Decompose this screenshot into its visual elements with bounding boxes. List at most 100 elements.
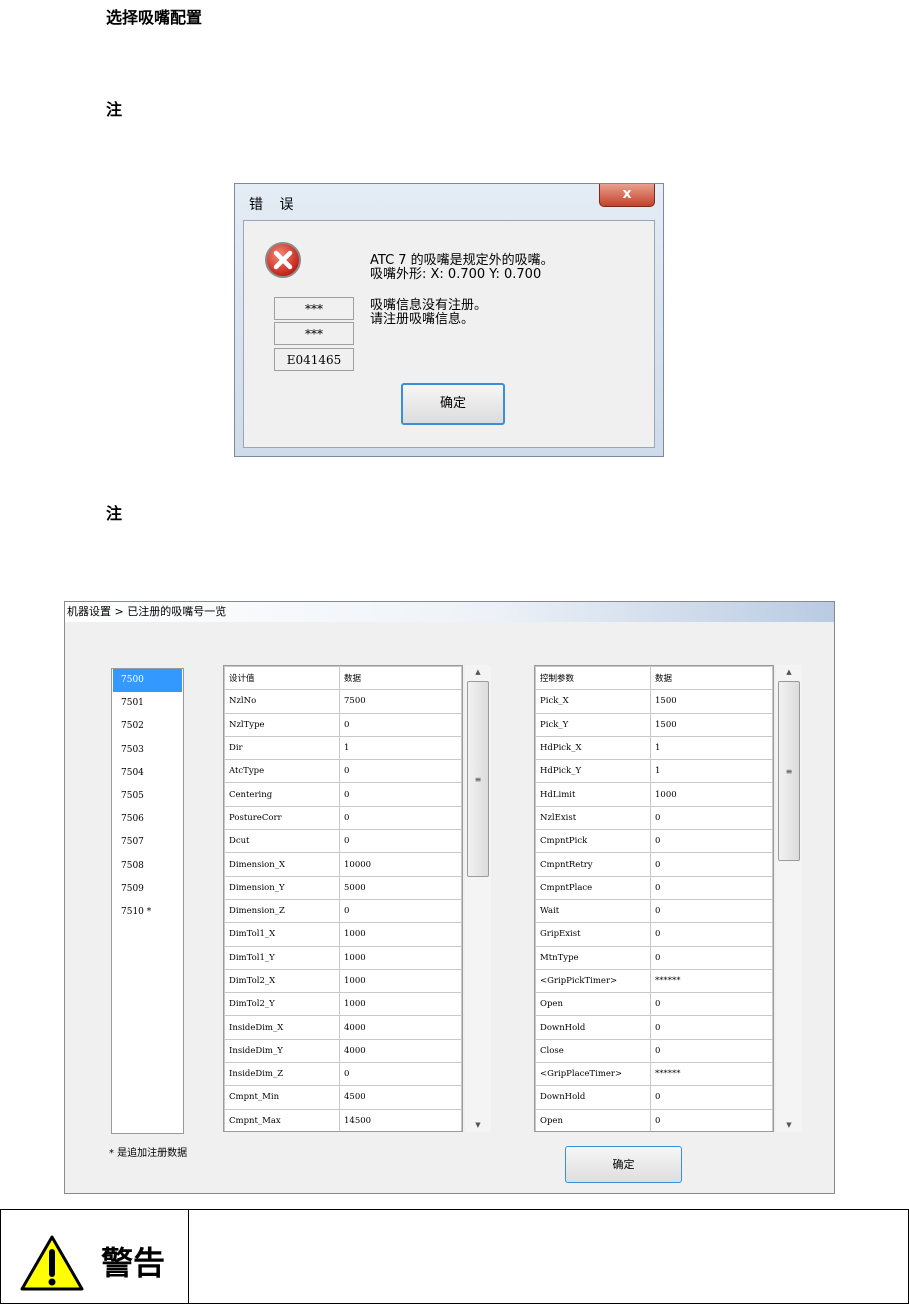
parameter-value-cell[interactable]: 0 (650, 829, 773, 854)
parameter-value-cell[interactable]: 0 (650, 1015, 773, 1040)
table-row[interactable]: AtcType 0 (224, 759, 462, 784)
table-row[interactable]: CmpntPick 0 (535, 829, 773, 854)
parameter-value-cell[interactable]: 0 (650, 805, 773, 831)
parameter-value-cell[interactable]: 0 (650, 992, 773, 1017)
scroll-thumb[interactable]: ≡ (467, 681, 489, 877)
table-row[interactable]: Open 0 (535, 1108, 773, 1131)
parameter-value-cell[interactable]: 0 (339, 712, 462, 737)
table-row[interactable]: Wait 0 (535, 898, 773, 924)
table-row[interactable]: MtnType 0 (535, 945, 773, 970)
design-table-scrollbar[interactable]: ▲ ≡ ▼ (465, 665, 491, 1132)
parameter-value-cell[interactable]: 1000 (339, 922, 462, 947)
nozzle-list-item[interactable]: 7506 (113, 808, 182, 831)
parameter-value-cell[interactable]: 1 (650, 735, 773, 761)
table-row[interactable]: HdLimit 1000 (535, 782, 773, 807)
nozzle-number-list[interactable]: 7500 7501 7502 7503 7504 7505 7506 7507 7508 7509… (111, 668, 184, 1134)
parameter-value-cell[interactable]: 0 (650, 852, 773, 877)
parameter-value-cell[interactable]: ****** (650, 968, 773, 994)
dialog-ok-button[interactable]: 确定 (401, 383, 505, 425)
parameter-value-cell[interactable]: 0 (650, 945, 773, 970)
design-value-table[interactable]: 设计值 数据 NzlNo 7500 NzlType 0 Dir 1 AtcType 0 Center… (223, 665, 463, 1132)
parameter-value-cell[interactable]: 1 (339, 735, 462, 761)
table-row[interactable]: <GripPlaceTimer> ****** (535, 1062, 773, 1087)
table-row[interactable]: CmpntRetry 0 (535, 852, 773, 877)
parameter-value-cell[interactable]: 1000 (650, 782, 773, 807)
table-row[interactable]: Dimension_X 10000 (224, 852, 462, 877)
table-row[interactable]: DimTol1_X 1000 (224, 922, 462, 947)
table-row[interactable]: Centering 0 (224, 782, 462, 807)
parameter-value-cell[interactable]: 5000 (339, 875, 462, 900)
table-row[interactable]: Dir 1 (224, 735, 462, 761)
nozzle-list-item[interactable]: 7508 (113, 855, 182, 878)
parameter-value-cell[interactable]: 1 (650, 759, 773, 784)
nozzle-list-item[interactable]: 7505 (113, 785, 182, 808)
parameter-value-cell[interactable]: 4500 (339, 1085, 462, 1110)
table-row[interactable]: InsideDim_Y 4000 (224, 1038, 462, 1064)
parameter-value-cell[interactable]: 1000 (339, 968, 462, 994)
table-row[interactable]: Pick_X 1500 (535, 689, 773, 714)
nozzle-list-item[interactable]: 7502 (113, 715, 182, 738)
parameter-value-cell[interactable]: ****** (650, 1062, 773, 1087)
parameter-value-cell[interactable]: 0 (339, 1062, 462, 1087)
table-row[interactable]: Cmpnt_Max 14500 (224, 1108, 462, 1131)
parameter-value-cell[interactable]: 7500 (339, 689, 462, 714)
parameter-value-cell[interactable]: 1500 (650, 712, 773, 737)
parameter-value-cell[interactable]: 0 (650, 922, 773, 947)
table-row[interactable]: Dimension_Y 5000 (224, 875, 462, 900)
parameter-value-cell[interactable]: 0 (339, 805, 462, 831)
scroll-thumb[interactable]: ≡ (778, 681, 800, 861)
control-table-scrollbar[interactable]: ▲ ≡ ▼ (776, 665, 802, 1132)
scroll-down-arrow-icon[interactable]: ▼ (465, 1118, 491, 1132)
nozzle-list-item[interactable]: 7500 (113, 669, 182, 693)
parameter-value-cell[interactable]: 1000 (339, 992, 462, 1017)
table-row[interactable]: DownHold 0 (535, 1015, 773, 1040)
table-row[interactable]: Cmpnt_Min 4500 (224, 1085, 462, 1110)
table-row[interactable]: InsideDim_X 4000 (224, 1015, 462, 1040)
parameter-value-cell[interactable]: 0 (650, 1038, 773, 1064)
table-row[interactable]: DownHold 0 (535, 1085, 773, 1110)
parameter-value-cell[interactable]: 0 (650, 1085, 773, 1110)
parameter-value-cell[interactable]: 0 (650, 1108, 773, 1131)
parameter-value-cell[interactable]: 1500 (650, 689, 773, 714)
nozzle-list-item[interactable]: 7507 (113, 831, 182, 854)
table-row[interactable]: GripExist 0 (535, 922, 773, 947)
parameter-value-cell[interactable]: 1000 (339, 945, 462, 970)
table-row[interactable]: Close 0 (535, 1038, 773, 1064)
table-row[interactable]: NzlType 0 (224, 712, 462, 737)
nozzle-list-item[interactable]: 7501 (113, 692, 182, 715)
table-row[interactable]: Pick_Y 1500 (535, 712, 773, 737)
nozzle-list-item[interactable]: 7510 * (113, 901, 182, 924)
table-row[interactable]: Dcut 0 (224, 829, 462, 854)
parameter-value-cell[interactable]: 4000 (339, 1038, 462, 1064)
nozzle-list-item[interactable]: 7509 (113, 878, 182, 901)
table-row[interactable]: <GripPickTimer> ****** (535, 968, 773, 994)
scroll-up-arrow-icon[interactable]: ▲ (465, 665, 491, 679)
table-row[interactable]: InsideDim_Z 0 (224, 1062, 462, 1087)
window-ok-button[interactable]: 确定 (565, 1146, 682, 1183)
table-row[interactable]: DimTol2_Y 1000 (224, 992, 462, 1017)
table-row[interactable]: PostureCorr 0 (224, 805, 462, 831)
nozzle-list-item[interactable]: 7504 (113, 762, 182, 785)
parameter-value-cell[interactable]: 0 (339, 898, 462, 924)
table-row[interactable]: HdPick_X 1 (535, 735, 773, 761)
table-row[interactable]: HdPick_Y 1 (535, 759, 773, 784)
parameter-value-cell[interactable]: 14500 (339, 1108, 462, 1131)
scroll-down-arrow-icon[interactable]: ▼ (776, 1118, 802, 1132)
parameter-value-cell[interactable]: 0 (339, 829, 462, 854)
table-row[interactable]: DimTol1_Y 1000 (224, 945, 462, 970)
nozzle-list-item[interactable]: 7503 (113, 739, 182, 762)
table-row[interactable]: CmpntPlace 0 (535, 875, 773, 900)
control-parameter-table[interactable]: 控制参数 数据 Pick_X 1500 Pick_Y 1500 HdPick_X 1 HdPic… (534, 665, 774, 1132)
parameter-value-cell[interactable]: 0 (339, 759, 462, 784)
close-icon[interactable]: x (599, 184, 655, 207)
parameter-value-cell[interactable]: 4000 (339, 1015, 462, 1040)
parameter-value-cell[interactable]: 0 (650, 898, 773, 924)
table-row[interactable]: NzlNo 7500 (224, 689, 462, 714)
table-row[interactable]: DimTol2_X 1000 (224, 968, 462, 994)
parameter-value-cell[interactable]: 0 (650, 875, 773, 900)
table-row[interactable]: Dimension_Z 0 (224, 898, 462, 924)
table-row[interactable]: Open 0 (535, 992, 773, 1017)
parameter-value-cell[interactable]: 0 (339, 782, 462, 807)
scroll-up-arrow-icon[interactable]: ▲ (776, 665, 802, 679)
table-row[interactable]: NzlExist 0 (535, 805, 773, 831)
